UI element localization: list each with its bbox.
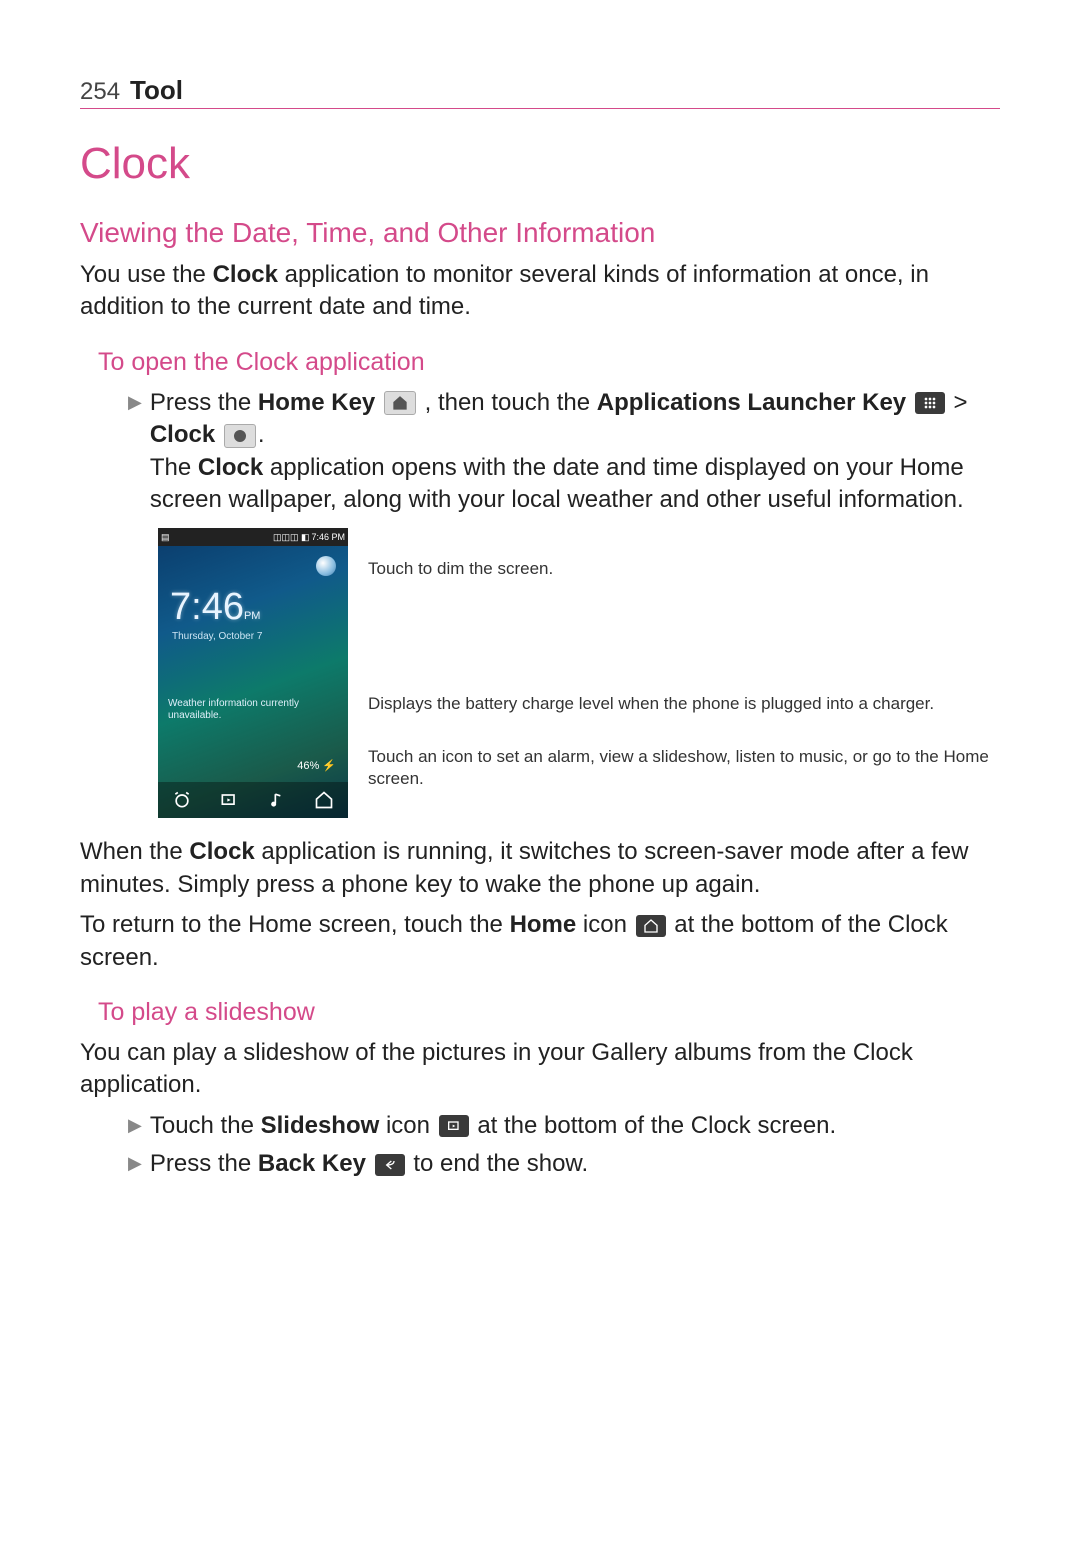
page-number: 254	[80, 78, 120, 106]
callout-dim: Touch to dim the screen.	[368, 558, 553, 580]
callouts: Touch to dim the screen. Displays the ba…	[368, 528, 1000, 818]
section-heading: Viewing the Date, Time, and Other Inform…	[80, 217, 1000, 249]
bullet-arrow-icon: ▶	[128, 1153, 142, 1174]
bullet-arrow-icon: ▶	[128, 1115, 142, 1136]
home-icon	[636, 915, 666, 937]
phone-bottom-bar	[158, 782, 348, 818]
clock-screenshot-figure: ▤ ◫◫◫ ◧ 7:46 PM 7:46PM Thursday, October…	[158, 528, 1000, 818]
phone-screen: ▤ ◫◫◫ ◧ 7:46 PM 7:46PM Thursday, October…	[158, 528, 348, 818]
return-home-paragraph: To return to the Home screen, touch the …	[80, 909, 1000, 974]
slideshow-icon	[439, 1115, 469, 1137]
phone-statusbar: ▤ ◫◫◫ ◧ 7:46 PM	[158, 528, 348, 546]
subsection-slideshow: To play a slideshow	[98, 998, 1000, 1027]
phone-weather-text: Weather information currently unavailabl…	[168, 698, 348, 722]
music-icon	[267, 790, 287, 810]
step-press-back: ▶ Press the Back Key to end the show.	[128, 1148, 1000, 1180]
intro-paragraph: You use the Clock application to monitor…	[80, 259, 1000, 324]
subsection-open-clock: To open the Clock application	[98, 348, 1000, 377]
clock-app-icon	[224, 424, 256, 448]
page-title: Clock	[80, 139, 1000, 189]
screensaver-paragraph: When the Clock application is running, i…	[80, 836, 1000, 901]
home-key-icon	[384, 391, 416, 415]
phone-battery-level: 46% ⚡	[297, 759, 336, 772]
step-touch-slideshow: ▶ Touch the Slideshow icon at the bottom…	[128, 1110, 1000, 1142]
back-key-icon	[375, 1154, 405, 1176]
page-header: 254 Tool	[80, 75, 1000, 109]
header-section-title: Tool	[130, 75, 183, 106]
home-icon	[314, 790, 334, 810]
apps-launcher-icon	[915, 392, 945, 414]
phone-date: Thursday, October 7	[158, 629, 348, 642]
slideshow-intro: You can play a slideshow of the pictures…	[80, 1037, 1000, 1102]
step-open-clock: ▶ Press the Home Key , then touch the Ap…	[128, 387, 1000, 517]
alarm-icon	[172, 790, 192, 810]
slideshow-icon	[219, 790, 239, 810]
callout-battery: Displays the battery charge level when t…	[368, 693, 934, 715]
bullet-arrow-icon: ▶	[128, 392, 142, 413]
callout-icons: Touch an icon to set an alarm, view a sl…	[368, 746, 1000, 790]
